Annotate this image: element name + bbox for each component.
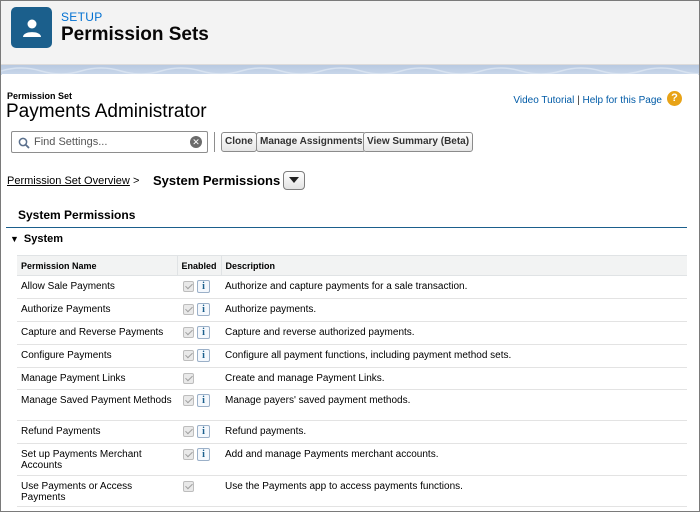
permission-name: Manage Payment Links bbox=[17, 367, 177, 390]
table-row: Allow Sale Payments i Authorize and capt… bbox=[17, 275, 687, 299]
column-header-description: Description bbox=[220, 255, 687, 276]
subsection-title: System bbox=[23, 233, 64, 245]
user-icon bbox=[11, 7, 52, 48]
setup-window: SETUP Permission Sets Permission Set Pay… bbox=[0, 0, 700, 512]
breadcrumb-separator: > bbox=[133, 175, 140, 187]
help-icon[interactable]: ? bbox=[667, 91, 682, 106]
help-links: Video Tutorial | Help for this Page bbox=[513, 95, 662, 106]
permission-description: Create and manage Payment Links. bbox=[221, 367, 687, 390]
table-row: Refund Payments i Refund payments. bbox=[17, 420, 687, 444]
column-header-name: Permission Name bbox=[17, 255, 177, 276]
table-row: Configure Payments i Configure all payme… bbox=[17, 344, 687, 368]
table-header-row: Permission Name Enabled Description bbox=[17, 255, 687, 276]
permission-description: Manage payers' saved payment methods. bbox=[221, 389, 687, 421]
chevron-down-icon bbox=[289, 177, 299, 183]
info-icon[interactable]: i bbox=[197, 448, 210, 461]
toolbar-divider bbox=[214, 132, 215, 152]
permissions-table: Permission Name Enabled Description Allo… bbox=[17, 255, 687, 507]
permission-set-type-label: Permission Set bbox=[7, 91, 73, 101]
section-title: System Permissions bbox=[18, 208, 136, 222]
video-tutorial-link[interactable]: Video Tutorial bbox=[513, 95, 574, 106]
permission-description: Refund payments. bbox=[221, 420, 687, 444]
enabled-checkbox bbox=[183, 373, 194, 384]
setup-header: SETUP Permission Sets bbox=[1, 1, 699, 65]
permission-set-overview-link[interactable]: Permission Set Overview bbox=[7, 175, 130, 187]
permission-set-name: Payments Administrator bbox=[6, 101, 207, 122]
enabled-checkbox bbox=[183, 426, 194, 437]
permission-name: Set up Payments Merchant Accounts bbox=[17, 443, 177, 476]
enabled-checkbox bbox=[183, 449, 194, 460]
search-icon bbox=[18, 136, 30, 154]
collapse-triangle-icon: ▼ bbox=[10, 234, 19, 244]
table-row: Manage Payment Links Create and manage P… bbox=[17, 367, 687, 390]
permission-name: Allow Sale Payments bbox=[17, 275, 177, 299]
section-divider bbox=[6, 227, 687, 228]
page-title: Permission Sets bbox=[61, 24, 209, 45]
search-box: ✕ bbox=[11, 131, 208, 153]
permission-name: Use Payments or Access Payments bbox=[17, 475, 177, 507]
table-row: Authorize Payments i Authorize payments. bbox=[17, 298, 687, 322]
info-icon[interactable]: i bbox=[197, 326, 210, 339]
section-dropdown-button[interactable] bbox=[283, 171, 305, 190]
info-icon[interactable]: i bbox=[197, 349, 210, 362]
info-icon[interactable]: i bbox=[197, 280, 210, 293]
permission-description: Authorize and capture payments for a sal… bbox=[221, 275, 687, 299]
table-row: Manage Saved Payment Methods i Manage pa… bbox=[17, 389, 687, 421]
help-separator: | bbox=[577, 95, 580, 106]
table-body: Allow Sale Payments i Authorize and capt… bbox=[17, 275, 687, 507]
breadcrumb-current: System Permissions bbox=[153, 173, 281, 188]
info-icon[interactable]: i bbox=[197, 425, 210, 438]
table-row: Set up Payments Merchant Accounts i Add … bbox=[17, 443, 687, 476]
clone-button[interactable]: Clone bbox=[221, 132, 257, 152]
content-panel: Permission Set Payments Administrator Vi… bbox=[2, 74, 698, 511]
help-page-link[interactable]: Help for this Page bbox=[583, 95, 663, 106]
table-row: Use Payments or Access Payments Use the … bbox=[17, 475, 687, 507]
permission-description: Add and manage Payments merchant account… bbox=[221, 443, 687, 476]
column-header-enabled: Enabled bbox=[176, 255, 222, 276]
breadcrumb: Permission Set Overview bbox=[7, 175, 130, 187]
permission-description: Authorize payments. bbox=[221, 298, 687, 322]
search-input[interactable] bbox=[34, 134, 189, 150]
info-icon[interactable]: i bbox=[197, 394, 210, 407]
permission-name: Refund Payments bbox=[17, 420, 177, 444]
enabled-checkbox bbox=[183, 304, 194, 315]
permission-description: Configure all payment functions, includi… bbox=[221, 344, 687, 368]
permission-name: Authorize Payments bbox=[17, 298, 177, 322]
info-icon[interactable]: i bbox=[197, 303, 210, 316]
permission-name: Manage Saved Payment Methods bbox=[17, 389, 177, 421]
enabled-checkbox bbox=[183, 395, 194, 406]
permission-description: Capture and reverse authorized payments. bbox=[221, 321, 687, 345]
table-row: Capture and Reverse Payments i Capture a… bbox=[17, 321, 687, 345]
setup-label: SETUP bbox=[61, 10, 103, 24]
permission-description: Use the Payments app to access payments … bbox=[221, 475, 687, 507]
subsection-toggle[interactable]: ▼ System bbox=[10, 233, 63, 245]
permission-name: Configure Payments bbox=[17, 344, 177, 368]
enabled-checkbox bbox=[183, 281, 194, 292]
manage-assignments-button[interactable]: Manage Assignments bbox=[256, 132, 367, 152]
view-summary-button[interactable]: View Summary (Beta) bbox=[363, 132, 474, 152]
enabled-checkbox bbox=[183, 327, 194, 338]
enabled-checkbox bbox=[183, 481, 194, 492]
enabled-checkbox bbox=[183, 350, 194, 361]
permission-name: Capture and Reverse Payments bbox=[17, 321, 177, 345]
clear-search-icon[interactable]: ✕ bbox=[190, 136, 202, 148]
